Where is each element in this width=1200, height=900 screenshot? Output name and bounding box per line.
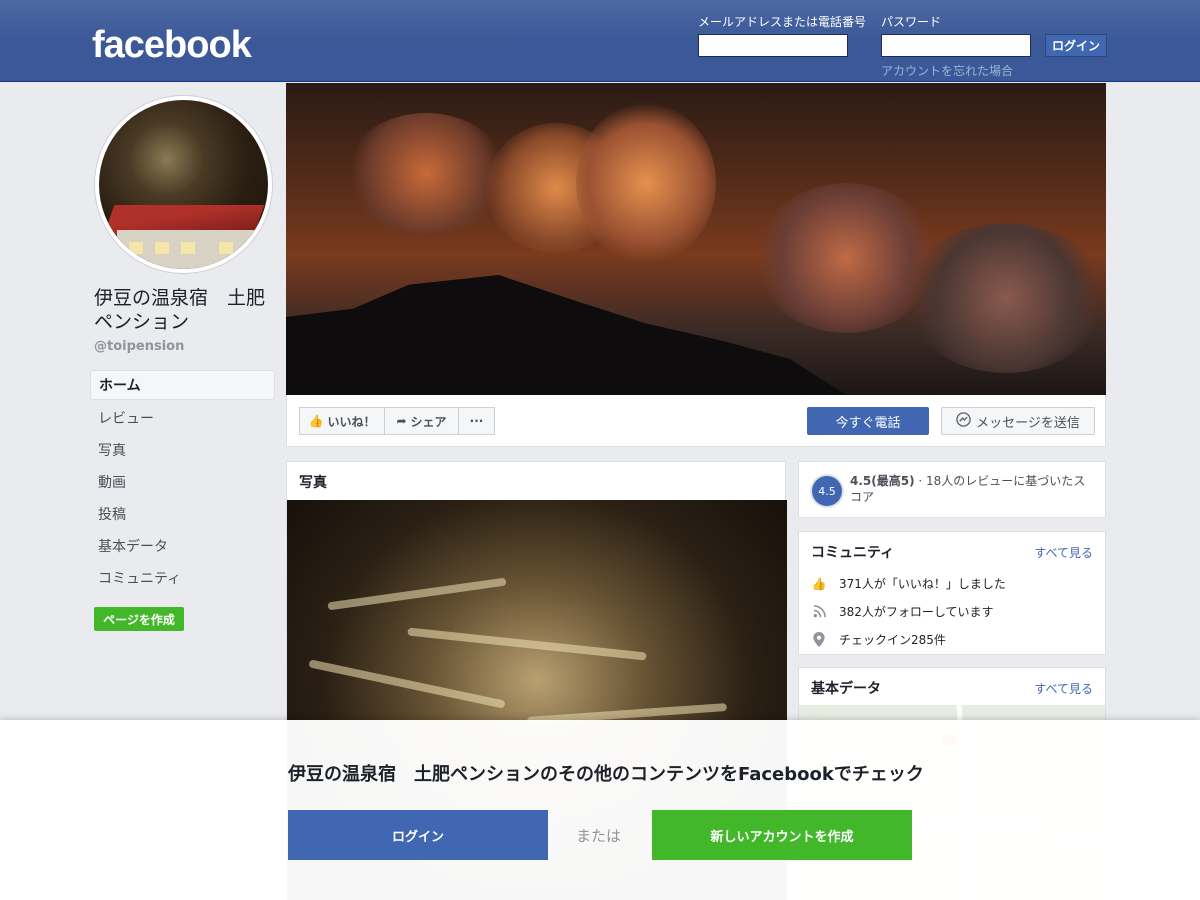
page-action-bar: 👍 いいね！ ➦ シェア ··· 今すぐ電話 メッセージを送信	[286, 395, 1106, 447]
map-pin-icon	[811, 632, 827, 648]
create-page-button[interactable]: ページを作成	[94, 607, 184, 631]
call-now-button[interactable]: 今すぐ電話	[807, 407, 929, 435]
login-prompt-title: 伊豆の温泉宿 土肥ペンションのその他のコンテンツをFacebookでチェック	[288, 764, 924, 785]
page-title[interactable]: 伊豆の温泉宿 土肥ペンション	[94, 286, 279, 334]
thumbs-up-icon: 👍	[308, 414, 324, 428]
community-title[interactable]: コミュニティ	[811, 542, 894, 562]
rating-score-text: 4.5(最高5)	[850, 474, 915, 488]
nav-item-videos[interactable]: 動画	[90, 466, 275, 498]
password-label: パスワード	[881, 15, 942, 29]
about-see-all-link[interactable]: すべて見る	[1034, 680, 1093, 697]
cloud	[346, 113, 506, 233]
email-label: メールアドレスまたは電話番号	[698, 15, 867, 29]
mountain-silhouette	[286, 275, 846, 395]
avatar-window	[219, 242, 233, 254]
cover-photo[interactable]	[286, 83, 1106, 395]
or-separator: または	[576, 827, 622, 845]
send-message-button[interactable]: メッセージを送信	[941, 407, 1095, 435]
nav-item-about[interactable]: 基本データ	[90, 530, 275, 562]
nav-item-home[interactable]: ホーム	[90, 370, 275, 400]
login-prompt-overlay: 伊豆の温泉宿 土肥ペンションのその他のコンテンツをFacebookでチェック ロ…	[0, 720, 1200, 900]
password-field[interactable]	[881, 34, 1031, 57]
light-streak	[308, 659, 506, 709]
photos-card-title[interactable]: 写真	[299, 472, 327, 492]
rating-badge[interactable]: 4.5	[812, 476, 842, 506]
like-label: いいね！	[327, 414, 376, 429]
likes-row: 👍 371人が「いいね！」しました	[811, 575, 1006, 592]
nav-item-posts[interactable]: 投稿	[90, 498, 275, 530]
rss-icon	[811, 604, 827, 620]
checkins-row: チェックイン285件	[811, 631, 946, 648]
like-button[interactable]: 👍 いいね！	[299, 407, 385, 435]
rating-card: 4.5 4.5(最高5) · 18人のレビューに基づいたスコア	[798, 461, 1106, 518]
avatar-window	[181, 242, 195, 254]
share-button[interactable]: ➦ シェア	[384, 407, 459, 435]
facebook-logo[interactable]: facebook	[92, 24, 252, 67]
messenger-icon	[956, 411, 971, 431]
forgot-account-link[interactable]: アカウントを忘れた場合	[881, 62, 1013, 79]
community-see-all-link[interactable]: すべて見る	[1034, 544, 1093, 561]
login-button[interactable]: ログイン	[1045, 34, 1107, 57]
follows-count: 382人がフォローしています	[839, 605, 994, 619]
cloud	[576, 103, 716, 263]
about-title[interactable]: 基本データ	[811, 678, 881, 698]
checkins-count: チェックイン285件	[839, 633, 946, 647]
cloud	[906, 223, 1106, 373]
avatar-window	[129, 242, 143, 254]
light-streak	[327, 577, 507, 611]
follows-row: 382人がフォローしています	[811, 603, 994, 620]
create-account-button[interactable]: 新しいアカウントを作成	[652, 810, 912, 860]
nav-item-photos[interactable]: 写真	[90, 434, 275, 466]
rating-summary[interactable]: 4.5(最高5) · 18人のレビューに基づいたスコア	[850, 473, 1095, 505]
thumbs-up-icon: 👍	[811, 576, 827, 591]
likes-count: 371人が「いいね！」しました	[839, 577, 1006, 591]
share-arrow-icon: ➦	[396, 414, 407, 428]
avatar-window	[155, 242, 169, 254]
email-field[interactable]	[698, 34, 848, 57]
top-bar: facebook メールアドレスまたは電話番号 パスワード ログイン アカウント…	[0, 0, 1200, 82]
more-options-button[interactable]: ···	[458, 407, 495, 435]
share-label: シェア	[410, 414, 447, 429]
page-handle[interactable]: @toipension	[94, 339, 184, 354]
community-card: コミュニティ すべて見る 👍 371人が「いいね！」しました 382人がフォロー…	[798, 531, 1106, 655]
light-streak	[407, 627, 647, 661]
nav-item-reviews[interactable]: レビュー	[90, 402, 275, 434]
page-profile-picture[interactable]	[95, 96, 272, 273]
page-nav: ホーム レビュー 写真 動画 投稿 基本データ コミュニティ	[90, 370, 275, 594]
overlay-login-button[interactable]: ログイン	[288, 810, 548, 860]
nav-item-community[interactable]: コミュニティ	[90, 562, 275, 594]
send-message-label: メッセージを送信	[976, 415, 1080, 431]
